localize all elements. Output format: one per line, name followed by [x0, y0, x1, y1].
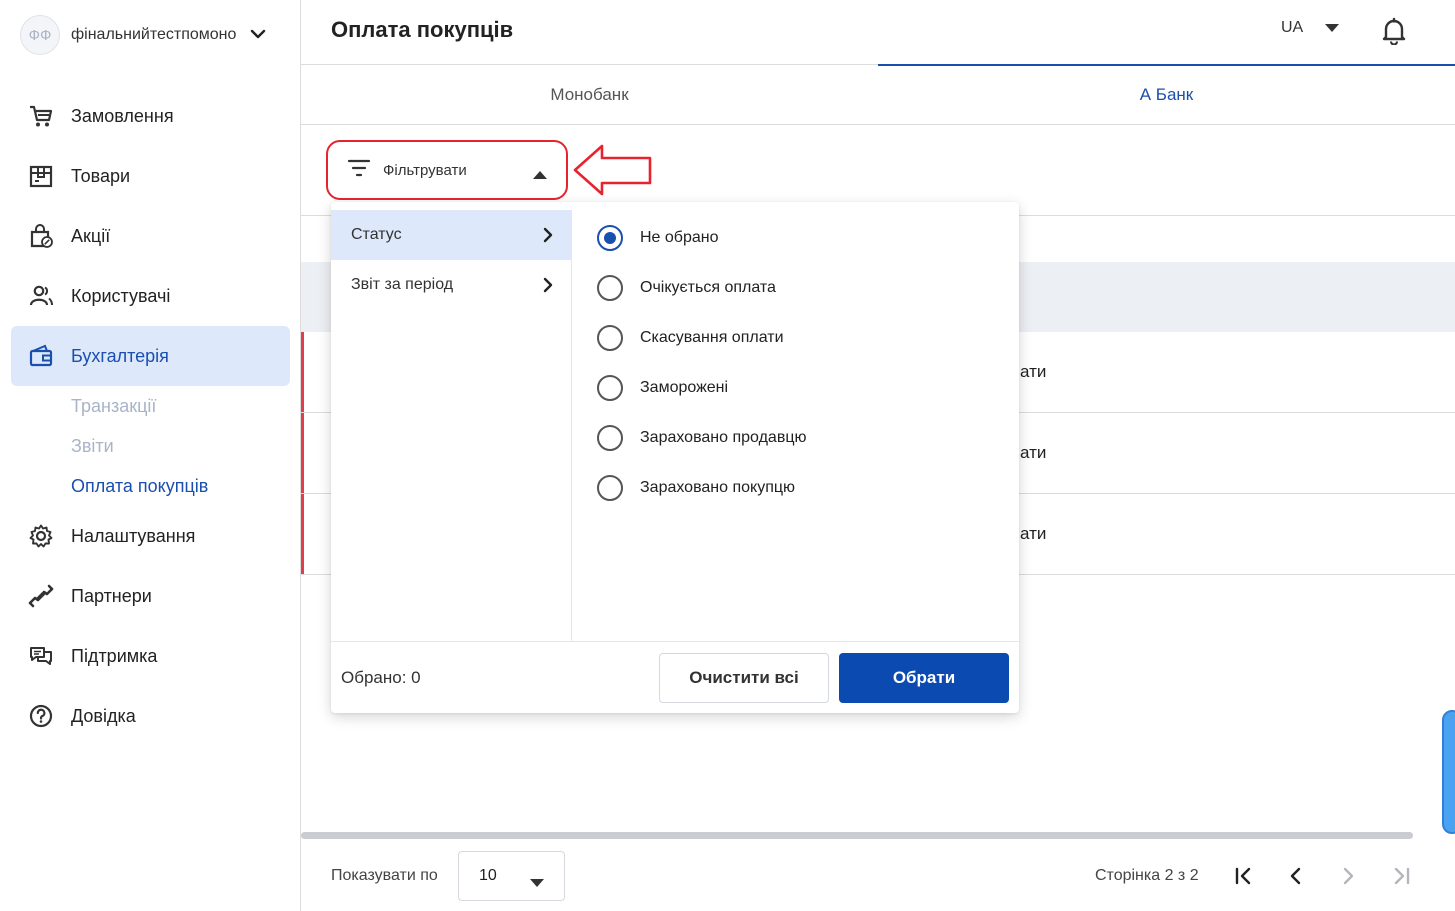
- sidebar-item-label: Довідка: [71, 705, 136, 726]
- sidebar: ФФ фінальнийтестпомоно Замовлення Товари: [0, 0, 301, 911]
- page-title: Оплата покупців: [331, 17, 514, 42]
- sidebar-item-help[interactable]: Довідка: [11, 686, 290, 746]
- first-page-icon[interactable]: [1231, 863, 1257, 889]
- status-option-label: Зараховано покупцю: [640, 479, 796, 496]
- last-page-icon[interactable]: [1388, 863, 1414, 889]
- status-options: Не обрано Очікується оплата Скасування о…: [573, 213, 1019, 513]
- previous-page-icon[interactable]: [1283, 863, 1309, 889]
- radio-button[interactable]: [597, 375, 623, 401]
- annotation-arrow-icon: [572, 142, 654, 203]
- table-row: ати: [1020, 443, 1047, 462]
- language-value: UA: [1281, 19, 1304, 36]
- rows-per-page-label: Показувати по: [331, 867, 438, 884]
- side-widget-tab[interactable]: [1442, 710, 1455, 834]
- bank-tabs: Монобанк А Банк: [301, 64, 1455, 125]
- avatar: ФФ: [20, 15, 60, 55]
- app-window: ФФ фінальнийтестпомоно Замовлення Товари: [0, 0, 1455, 911]
- clear-all-button[interactable]: Очистити всі: [659, 653, 829, 703]
- row-status-marker: [301, 413, 304, 493]
- sidebar-item-partners[interactable]: Партнери: [11, 566, 290, 626]
- sidebar-item-label: Користувачі: [71, 285, 171, 306]
- sidebar-item-promotions[interactable]: Акції: [11, 206, 290, 266]
- pagination: Показувати по 10 Сторінка 2 з 2: [301, 840, 1455, 911]
- table-row: ати: [1020, 362, 1047, 381]
- status-option-frozen[interactable]: Заморожені: [573, 363, 1019, 413]
- table-row: ати: [1020, 524, 1047, 543]
- top-bar: Оплата покупців UA: [301, 0, 1455, 64]
- tab-a-bank[interactable]: А Банк: [878, 64, 1455, 124]
- chevron-right-icon: [543, 277, 553, 298]
- sidebar-item-label: Налаштування: [71, 525, 196, 546]
- sidebar-item-users[interactable]: Користувачі: [11, 266, 290, 326]
- radio-button[interactable]: [597, 275, 623, 301]
- accounting-subnav: Транзакції Звіти Оплата покупців: [11, 386, 290, 506]
- gear-icon: [27, 522, 55, 550]
- sidebar-item-support[interactable]: Підтримка: [11, 626, 290, 686]
- filter-popup: Статус Звіт за період Не обрано Очікуєть…: [331, 202, 1019, 713]
- promo-bag-icon: [27, 222, 55, 250]
- filter-category-period-report[interactable]: Звіт за період: [331, 260, 571, 310]
- filter-category-label: Звіт за період: [351, 276, 454, 293]
- users-icon: [27, 282, 55, 310]
- filter-category-label: Статус: [351, 226, 402, 243]
- status-option-not-selected[interactable]: Не обрано: [573, 213, 1019, 263]
- subnav-item-buyer-payments[interactable]: Оплата покупців: [71, 466, 290, 506]
- chevron-right-icon: [543, 227, 553, 248]
- radio-button[interactable]: [597, 325, 623, 351]
- radio-button[interactable]: [597, 425, 623, 451]
- horizontal-scrollbar[interactable]: [301, 832, 1413, 839]
- status-option-label: Очікується оплата: [640, 279, 776, 296]
- bell-icon[interactable]: [1381, 17, 1407, 50]
- sidebar-item-label: Підтримка: [71, 645, 158, 666]
- radio-button-checked[interactable]: [597, 225, 623, 251]
- sidebar-item-label: Акції: [71, 225, 111, 246]
- help-icon: [27, 702, 55, 730]
- status-option-label: Заморожені: [640, 379, 729, 396]
- wallet-icon: [27, 342, 55, 370]
- annotation-oval: [326, 140, 568, 200]
- filter-popup-footer: Обрано: 0 Очистити всі Обрати: [331, 641, 1019, 713]
- selected-count: Обрано: 0: [341, 668, 421, 687]
- account-switcher[interactable]: ФФ фінальнийтестпомоно: [20, 14, 266, 56]
- status-option-label: Скасування оплати: [640, 329, 784, 346]
- rows-per-page-select[interactable]: 10: [458, 851, 565, 901]
- sidebar-item-products[interactable]: Товари: [11, 146, 290, 206]
- sidebar-item-settings[interactable]: Налаштування: [11, 506, 290, 566]
- status-option-label: Зараховано продавцю: [640, 429, 807, 446]
- status-option-credited-buyer[interactable]: Зараховано покупцю: [573, 463, 1019, 513]
- sidebar-item-accounting[interactable]: Бухгалтерія: [11, 326, 290, 386]
- sidebar-item-label: Товари: [71, 165, 131, 186]
- handshake-icon: [27, 582, 55, 610]
- next-page-icon[interactable]: [1335, 863, 1361, 889]
- sidebar-nav: Замовлення Товари Акції Користувачі Бухг…: [11, 86, 290, 746]
- row-status-marker: [301, 494, 304, 574]
- chevron-down-icon: [250, 26, 266, 44]
- status-option-label: Не обрано: [640, 229, 719, 246]
- status-option-payment-cancellation[interactable]: Скасування оплати: [573, 313, 1019, 363]
- subnav-item-transactions[interactable]: Транзакції: [71, 386, 290, 426]
- chat-icon: [27, 642, 55, 670]
- row-status-marker: [301, 332, 304, 412]
- sidebar-item-label: Замовлення: [71, 105, 174, 126]
- rows-per-page-value: 10: [479, 867, 497, 884]
- status-option-awaiting-payment[interactable]: Очікується оплата: [573, 263, 1019, 313]
- subnav-item-reports[interactable]: Звіти: [71, 426, 290, 466]
- sidebar-item-orders[interactable]: Замовлення: [11, 86, 290, 146]
- sidebar-item-label: Бухгалтерія: [71, 345, 169, 366]
- language-selector[interactable]: UA: [1281, 19, 1340, 37]
- apply-button[interactable]: Обрати: [839, 653, 1009, 703]
- filter-categories: Статус Звіт за період: [331, 210, 572, 641]
- radio-button[interactable]: [597, 475, 623, 501]
- tab-monobank[interactable]: Монобанк: [301, 65, 878, 124]
- account-name: фінальнийтестпомоно: [71, 26, 237, 43]
- filter-category-status[interactable]: Статус: [331, 210, 571, 260]
- caret-down-icon: [530, 874, 544, 892]
- cart-icon: [27, 102, 55, 130]
- status-option-credited-seller[interactable]: Зараховано продавцю: [573, 413, 1019, 463]
- box-icon: [27, 162, 55, 190]
- caret-down-icon: [1325, 19, 1340, 37]
- sidebar-item-label: Партнери: [71, 585, 152, 606]
- page-info: Сторінка 2 з 2: [1095, 867, 1199, 884]
